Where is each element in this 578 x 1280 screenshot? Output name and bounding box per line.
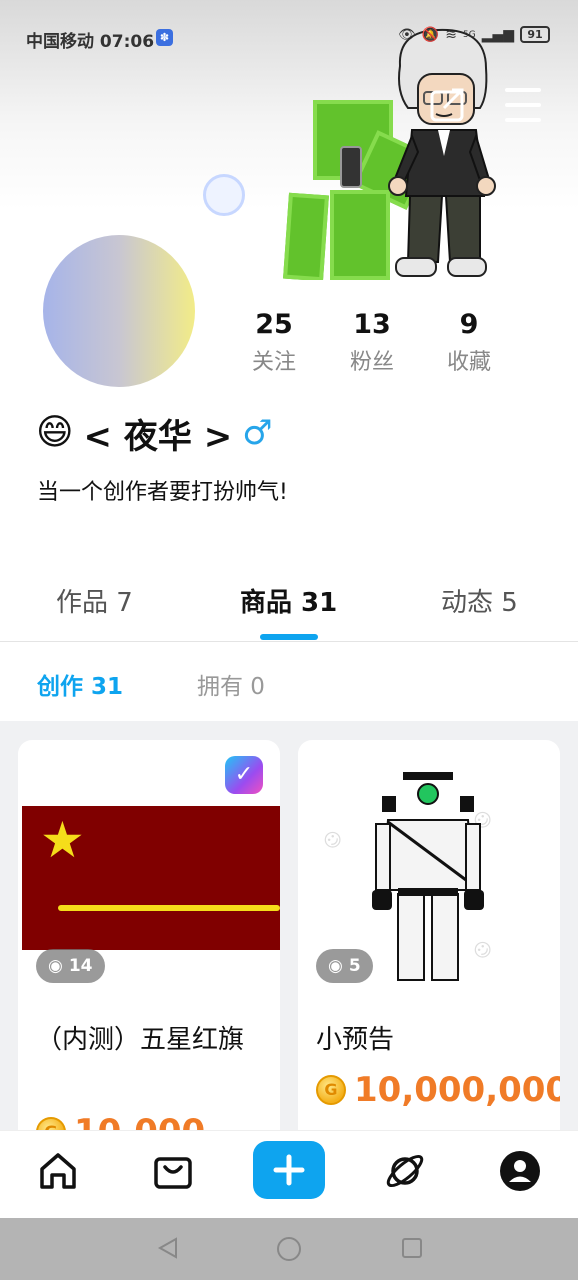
stat-value: 13 (353, 309, 391, 340)
product-title: 小预告 (316, 1025, 395, 1055)
tab-works[interactable]: 作品 7 (56, 582, 133, 619)
add-icon[interactable] (253, 1141, 325, 1199)
banner-bubble-decoration (203, 174, 245, 216)
smile-emoji-icon: 😄 (36, 412, 74, 453)
bottom-nav (0, 1130, 578, 1218)
stat-value: 25 (255, 309, 293, 340)
eye-icon: 👁 (398, 26, 416, 43)
shop-bag-icon[interactable] (151, 1149, 195, 1193)
eye-icon: ◉ (48, 956, 63, 976)
product-card[interactable]: ☺ ☺ ☺ ◉ 5 小预告 G 10,000,000 (298, 740, 560, 1160)
wifi-icon: ≋ (445, 26, 457, 43)
share-icon[interactable] (428, 84, 468, 124)
product-card[interactable]: ★ ✓ ◉ 14 （内测）五星红旗 G 10,000 (18, 740, 280, 1160)
stat-value: 9 (459, 309, 479, 340)
watermark-emoji-icon: ☺ (319, 826, 348, 855)
banner-green-block (330, 190, 390, 280)
profile-icon[interactable] (498, 1149, 542, 1193)
stat-fans[interactable]: 13 粉丝 (332, 308, 412, 376)
active-tab-indicator (260, 634, 318, 640)
view-count: 14 (68, 956, 93, 976)
coin-icon: G (316, 1075, 346, 1105)
product-image: ★ ✓ ◉ 14 (18, 740, 280, 988)
battery-icon: 91 (520, 26, 550, 43)
star-icon: ★ (40, 811, 85, 869)
planet-icon[interactable] (383, 1149, 427, 1193)
home-circle-icon[interactable] (276, 1236, 302, 1262)
profile-bio: 当一个创作者要打扮帅气! (37, 480, 288, 505)
product-grid: ★ ✓ ◉ 14 （内测）五星红旗 G 10,000 ☺ ☺ ☺ (0, 721, 578, 1160)
male-gender-icon: ♂ (242, 413, 273, 453)
profile-avatar[interactable] (43, 235, 195, 387)
stat-label: 收藏 (446, 350, 491, 375)
mute-icon: 🔕 (421, 26, 440, 43)
banner-green-block (283, 192, 329, 280)
content-tabs: 作品 7 商品 31 动态 5 (0, 570, 578, 642)
view-count-badge: ◉ 5 (316, 949, 373, 983)
signal-icon: ▂▄▆ (481, 26, 514, 43)
stat-label: 关注 (251, 350, 296, 375)
eye-icon: ◉ (328, 956, 343, 976)
stat-favorites[interactable]: 9 收藏 (429, 308, 509, 376)
red-flag-image: ★ (22, 806, 280, 950)
view-count-badge: ◉ 14 (36, 949, 105, 983)
menu-icon[interactable] (505, 88, 541, 122)
subtab-created[interactable]: 创作 31 (37, 667, 123, 701)
stat-following[interactable]: 25 关注 (234, 308, 314, 376)
username: < 夜华 > (83, 416, 233, 457)
system-nav-bar (0, 1218, 578, 1280)
status-bar: 中国移动 07:06 ✽ 👁 🔕 ≋ 5G ▂▄▆ 91 (0, 0, 578, 74)
verified-badge-icon: ✓ (225, 756, 263, 794)
status-icons: 👁 🔕 ≋ 5G ▂▄▆ 91 (398, 26, 550, 43)
back-icon[interactable] (156, 1236, 180, 1260)
flag-stripe (58, 905, 280, 911)
tab-dynamic[interactable]: 动态 5 (441, 582, 518, 619)
carrier-time: 中国移动 07:06 (26, 32, 155, 52)
view-count: 5 (348, 956, 361, 976)
banner-phone-decoration (340, 146, 362, 188)
tab-goods[interactable]: 商品 31 (240, 582, 337, 619)
product-price: 10,000,000 (354, 1070, 560, 1110)
baidu-paw-icon: ✽ (156, 29, 173, 46)
product-image: ☺ ☺ ☺ ◉ 5 (298, 740, 560, 988)
username-row: 😄 < 夜华 > ♂ (36, 408, 273, 458)
goods-subtabs: 创作 31 拥有 0 (0, 643, 578, 721)
product-title: （内测）五星红旗 (36, 1025, 245, 1055)
recent-apps-icon[interactable] (400, 1236, 424, 1260)
robot-character-image (372, 772, 484, 981)
price-row: G 10,000,000 (316, 1070, 560, 1110)
home-icon[interactable] (36, 1149, 80, 1193)
stat-label: 粉丝 (349, 350, 394, 375)
subtab-owned[interactable]: 拥有 0 (197, 667, 265, 701)
network-label: 5G (462, 29, 476, 40)
